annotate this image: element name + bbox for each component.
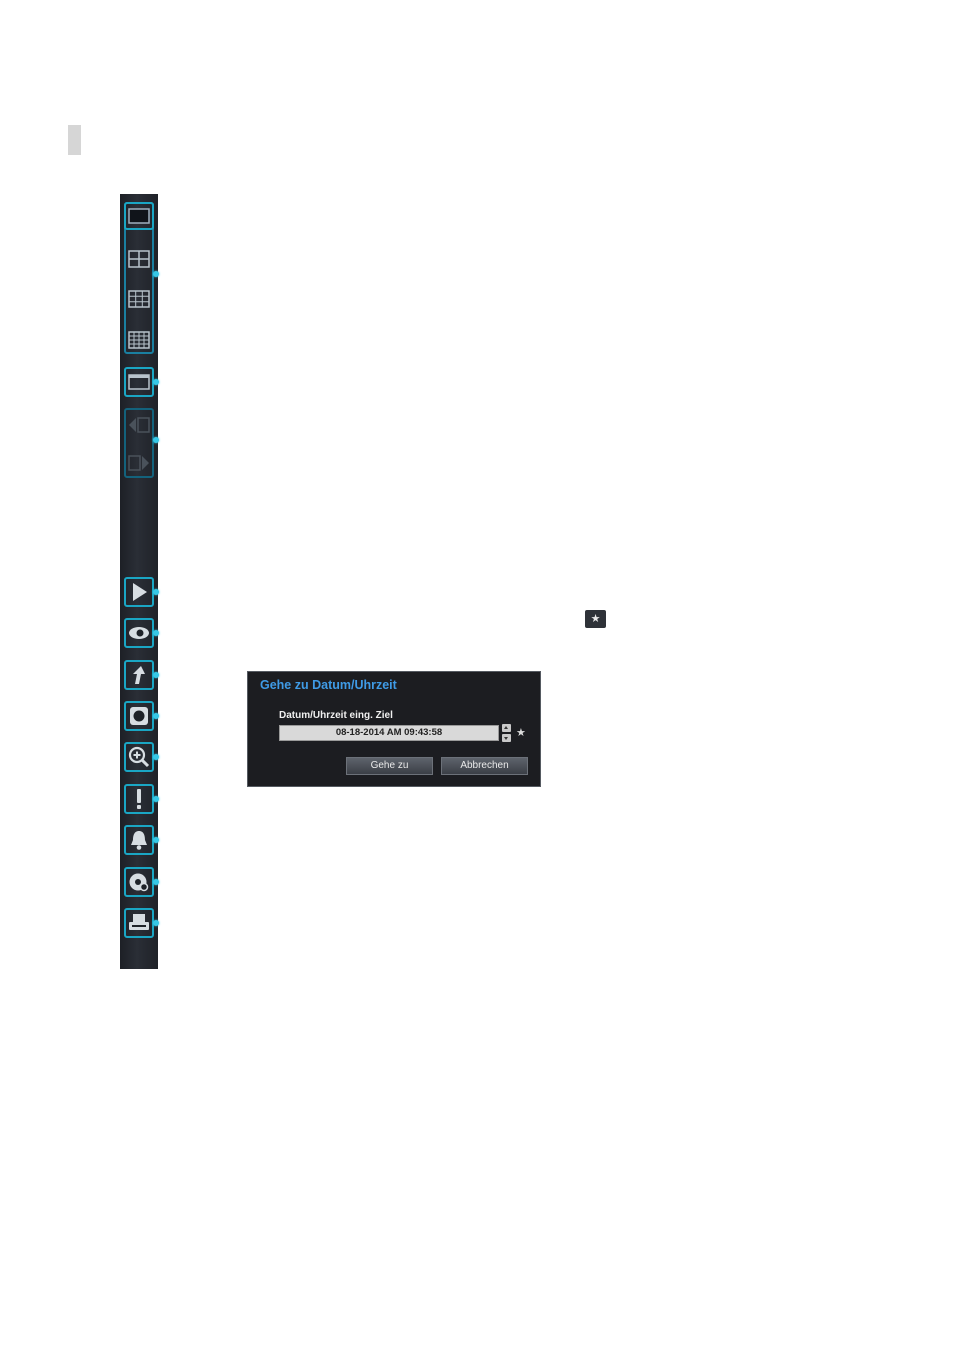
event-alert-icon (137, 789, 141, 809)
print-button[interactable] (124, 908, 154, 938)
print-indicator (153, 920, 159, 926)
zoom-icon (128, 746, 150, 768)
snapshot-icon (130, 707, 148, 725)
search-disc-button[interactable] (124, 867, 154, 897)
eye-icon (129, 627, 149, 639)
sixteen-split-icon (128, 331, 150, 349)
spinner-up-icon[interactable] (502, 724, 511, 732)
search-disc-indicator (153, 879, 159, 885)
goto-button[interactable]: Gehe zu (346, 757, 433, 775)
export-arrow-icon (133, 666, 145, 684)
spinner-down-icon[interactable] (502, 734, 511, 742)
single-view-button[interactable] (124, 202, 154, 230)
calendar-star-icon[interactable]: ★ (516, 726, 526, 739)
goto-datetime-dialog: Gehe zu Datum/Uhrzeit Datum/Uhrzeit eing… (247, 671, 541, 787)
alarm-bell-icon (131, 831, 147, 850)
snapshot-indicator (153, 713, 159, 719)
layout-group-indicator (153, 271, 159, 277)
window-sequence-indicator (153, 379, 159, 385)
alarm-bell-indicator (153, 837, 159, 843)
zoom-indicator (153, 754, 159, 760)
previous-group-icon (129, 417, 150, 433)
left-toolbar (120, 194, 159, 969)
nine-split-button[interactable] (124, 284, 154, 314)
next-group-button[interactable] (124, 448, 154, 478)
datetime-input[interactable]: 08-18-2014 AM 09:43:58 (279, 725, 499, 741)
quad-view-icon (128, 250, 150, 268)
search-disc-icon (129, 873, 149, 892)
datetime-field-label: Datum/Uhrzeit eing. Ziel (279, 710, 393, 721)
nine-split-icon (128, 290, 150, 308)
eye-button[interactable] (124, 618, 154, 648)
sixteen-split-button[interactable] (124, 325, 154, 355)
next-group-icon (128, 455, 149, 471)
print-icon (129, 914, 149, 930)
play-icon (133, 583, 147, 601)
event-alert-button[interactable] (124, 784, 154, 814)
cancel-button[interactable]: Abbrechen (441, 757, 528, 775)
star-icon: ★ (585, 610, 606, 628)
single-view-icon (128, 208, 150, 224)
export-indicator (153, 672, 159, 678)
section-marker (68, 125, 81, 155)
eye-indicator (153, 630, 159, 636)
previous-group-button[interactable] (124, 410, 154, 440)
alarm-bell-button[interactable] (124, 825, 154, 855)
event-alert-indicator (153, 796, 159, 802)
window-sequence-button[interactable] (124, 367, 154, 397)
quad-view-button[interactable] (124, 244, 154, 274)
play-indicator (153, 589, 159, 595)
play-button[interactable] (124, 577, 154, 607)
datetime-spinner[interactable] (502, 724, 511, 742)
export-button[interactable] (124, 660, 154, 690)
snapshot-button[interactable] (124, 701, 154, 731)
dialog-title: Gehe zu Datum/Uhrzeit (260, 678, 397, 692)
zoom-button[interactable] (124, 742, 154, 772)
group-nav-indicator (153, 437, 159, 443)
window-sequence-icon (128, 374, 150, 390)
